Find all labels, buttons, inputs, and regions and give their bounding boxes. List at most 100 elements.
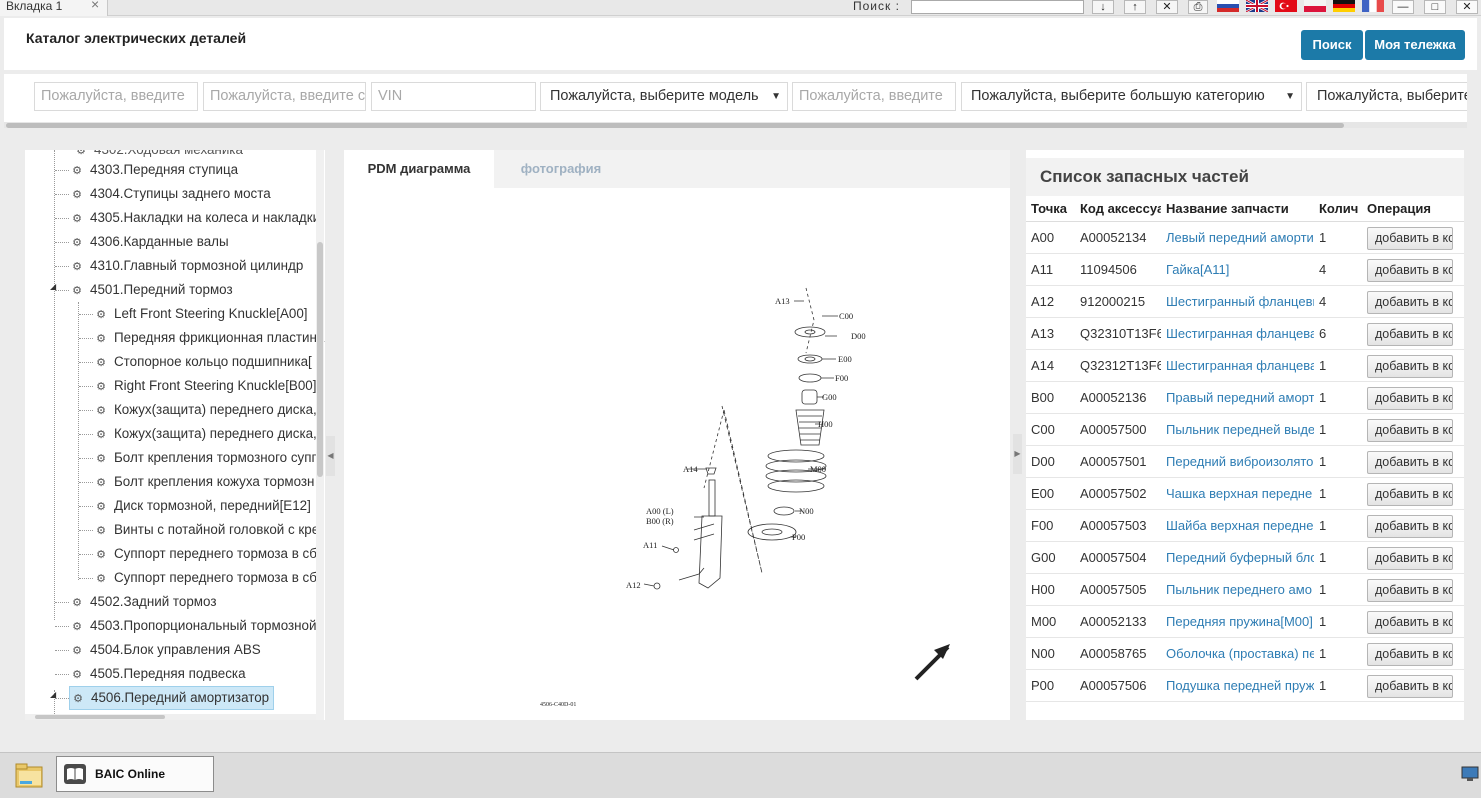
table-row[interactable]: P00 A00057506 Подушка передней пруж 1 добави… [1026,670,1464,702]
tree-item[interactable]: ⚙ Диск тормозной, передний[E12] [93,494,311,518]
add-to-cart-button[interactable]: добавить в корзину [1367,483,1453,506]
tree-item[interactable]: ⚙ 4506.Передний амортизатор [69,686,275,710]
add-to-cart-button[interactable]: добавить в корзину [1367,643,1453,666]
add-to-cart-button[interactable]: добавить в корзину [1367,611,1453,634]
table-row[interactable]: B00 A00052136 Правый передний аморт 1 добави… [1026,382,1464,414]
taskbar-app-button[interactable]: BAIC Online [56,756,214,792]
print-icon[interactable]: ⎙ [1188,0,1208,14]
tree-item[interactable]: ⚙ 4505.Передняя подвеска [69,662,245,686]
table-row[interactable]: A11 11094506 Гайка[A11] 4 добавить в корзину [1026,254,1464,286]
expand-toggle-icon[interactable]: ◢ [50,282,56,291]
add-to-cart-button[interactable]: добавить в корзину [1367,291,1453,314]
filter-scrollbar[interactable] [4,122,1479,128]
tree-item[interactable]: ⚙ 4310.Главный тормозной цилиндр [69,254,303,278]
col-name[interactable]: Название запчасти [1161,196,1314,222]
flag-de-icon[interactable] [1333,0,1355,12]
table-row[interactable]: M00 A00052133 Передняя пружина[M00] 1 добави… [1026,606,1464,638]
table-row[interactable]: A13 Q32310T13F6 Шестигранная фланцева 6 доба… [1026,318,1464,350]
window-close-button[interactable]: ✕ [1456,0,1478,14]
tree-item[interactable]: ⚙ 4501.Передний тормоз [69,278,233,302]
tree-item[interactable]: ⚙ Суппорт переднего тормоза в сб [93,542,317,566]
monitor-icon[interactable] [1461,765,1479,783]
cell-name-link[interactable]: Пыльник переднего амо [1161,574,1314,606]
add-to-cart-button[interactable]: добавить в корзину [1367,451,1453,474]
add-to-cart-button[interactable]: добавить в корзину [1367,259,1453,282]
add-to-cart-button[interactable]: добавить в корзину [1367,579,1453,602]
model-select[interactable]: Пожалуйста, выберите модель ▼ [540,82,788,111]
global-search-input[interactable] [911,0,1084,14]
tab-pdm-diagram[interactable]: PDM диаграмма [344,150,494,188]
cell-name-link[interactable]: Гайка[A11] [1161,254,1314,286]
filter-input-1[interactable]: Пожалуйста, введите [34,82,198,111]
tree-item[interactable]: ⚙ 4306.Карданные валы [69,230,229,254]
minimize-button[interactable]: — [1392,0,1414,14]
cell-name-link[interactable]: Шестигранный фланцевы [1161,286,1314,318]
filter-input-3[interactable]: Пожалуйста, введите [792,82,956,111]
tree-item[interactable]: ⚙ Суппорт переднего тормоза в сб [93,566,317,590]
download-icon[interactable]: ↓ [1092,0,1114,14]
add-to-cart-button[interactable]: добавить в корзину [1367,419,1453,442]
cell-name-link[interactable]: Правый передний аморт [1161,382,1314,414]
table-row[interactable]: H00 A00057505 Пыльник переднего амо 1 добави… [1026,574,1464,606]
col-point[interactable]: Точка [1026,196,1075,222]
cell-name-link[interactable]: Передняя пружина[M00] [1161,606,1314,638]
scrollbar-thumb[interactable] [317,242,323,477]
tree-item[interactable]: ⚙ 4503.Пропорциональный тормозной [69,614,316,638]
tree-item[interactable]: ⚙ Стопорное кольцо подшипника[ [93,350,312,374]
cell-name-link[interactable]: Передний буферный бло [1161,542,1314,574]
add-to-cart-button[interactable]: добавить в корзину [1367,323,1453,346]
table-row[interactable]: C00 A00057500 Пыльник передней выде 1 добави… [1026,414,1464,446]
category-select[interactable]: Пожалуйста, выберите большую категорию ▼ [961,82,1302,111]
table-row[interactable]: G00 A00057504 Передний буферный бло 1 добави… [1026,542,1464,574]
flag-pl-icon[interactable] [1304,0,1326,12]
folder-icon[interactable] [14,761,46,791]
table-row[interactable]: D00 A00057501 Передний виброизолято 1 добави… [1026,446,1464,478]
filter-input-2[interactable]: Пожалуйста, введите с [203,82,366,111]
flag-en-icon[interactable] [1246,0,1268,12]
add-to-cart-button[interactable]: добавить в корзину [1367,547,1453,570]
tree-item[interactable]: ⚙ Передняя фрикционная пластина [93,326,324,350]
flag-tr-icon[interactable] [1275,0,1297,12]
add-to-cart-button[interactable]: добавить в корзину [1367,387,1453,410]
close-icon[interactable]: ✕ [1156,0,1178,14]
page-scrollbar[interactable] [1467,74,1479,734]
upload-icon[interactable]: ↑ [1124,0,1146,14]
add-to-cart-button[interactable]: добавить в корзину [1367,227,1453,250]
tree-item[interactable]: ⚙ 4305.Накладки на колеса и накладки [69,206,320,230]
cart-button[interactable]: Моя тележка [1365,30,1465,60]
maximize-button[interactable]: □ [1424,0,1446,14]
cell-name-link[interactable]: Шестигранная фланцева [1161,318,1314,350]
tree-item[interactable]: ⚙ 4502.Задний тормоз [69,590,216,614]
tree-scrollbar[interactable] [316,150,324,720]
tree-item[interactable]: ⚙ 4303.Передняя ступица [69,158,238,182]
scrollbar-thumb[interactable] [35,715,165,719]
cell-name-link[interactable]: Оболочка (проставка) пе [1161,638,1314,670]
tree-item[interactable]: ⚙ Болт крепления кожуха тормозн [93,470,314,494]
search-button[interactable]: Поиск [1301,30,1363,60]
table-row[interactable]: N00 A00058765 Оболочка (проставка) пе 1 доба… [1026,638,1464,670]
tree-item[interactable]: ⚙ Right Front Steering Knuckle[B00] [93,374,316,398]
col-qty[interactable]: Колич [1314,196,1362,222]
tree-h-scrollbar[interactable] [25,714,316,720]
cell-name-link[interactable]: Шестигранная фланцева [1161,350,1314,382]
table-row[interactable]: A00 A00052134 Левый передний аморти 1 добави… [1026,222,1464,254]
flag-fr-icon[interactable] [1362,0,1384,12]
tree-item[interactable]: ⚙ 4504.Блок управления ABS [69,638,261,662]
tree-item[interactable]: ⚙ Болт крепления тормозного супп [93,446,319,470]
tree-item[interactable]: ⚙ Left Front Steering Knuckle[A00] [93,302,307,326]
cell-name-link[interactable]: Подушка передней пруж [1161,670,1314,702]
tree-item[interactable]: ⚙ Винты с потайной головкой с кре [93,518,319,542]
add-to-cart-button[interactable]: добавить в корзину [1367,675,1453,698]
flag-ru-icon[interactable] [1217,0,1239,12]
collapse-left-button[interactable]: ◀ [326,436,335,476]
col-code[interactable]: Код аксессуа [1075,196,1161,222]
collapse-right-button[interactable]: ▶ [1013,434,1022,474]
cell-name-link[interactable]: Передний виброизолято [1161,446,1314,478]
col-operation[interactable]: Операция [1362,196,1464,222]
subcategory-select[interactable]: Пожалуйста, выберите [1306,82,1479,111]
parts-diagram[interactable]: A13 C00 D00 E00 F00 G00 H00 M00 N00 P00 A14 A00 … [344,188,1010,720]
cell-name-link[interactable]: Шайба верхная передне [1161,510,1314,542]
vin-input[interactable]: VIN [371,82,536,111]
scrollbar-thumb[interactable] [6,123,1344,128]
table-row[interactable]: A12 912000215 Шестигранный фланцевы 4 добави… [1026,286,1464,318]
